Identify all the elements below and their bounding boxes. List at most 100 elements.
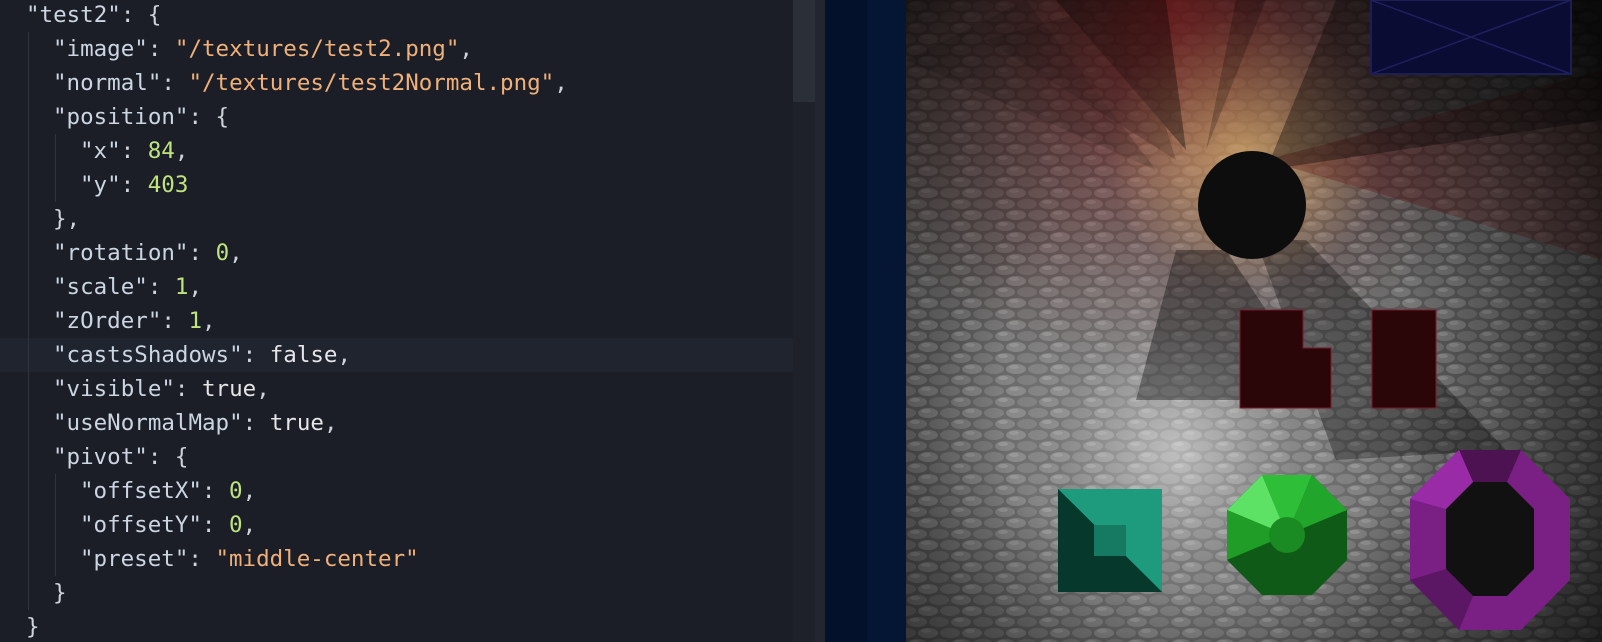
code-line[interactable]: } <box>0 610 793 642</box>
code-text: "castsShadows": false, <box>53 338 351 372</box>
indent-guide <box>55 168 56 202</box>
code-text: "image": "/textures/test2.png", <box>53 32 473 66</box>
code-token: "x" <box>80 138 121 164</box>
scene-canvas[interactable] <box>906 0 1602 642</box>
panel-gutter <box>825 0 867 642</box>
code-token: 403 <box>147 172 189 198</box>
code-token: : <box>201 512 230 538</box>
code-token: "middle-center" <box>215 546 419 572</box>
indent-guide <box>55 474 56 508</box>
code-token: : <box>188 546 216 572</box>
code-token: "image" <box>53 36 148 62</box>
code-token: "useNormalMap" <box>53 410 243 436</box>
code-token: , <box>459 36 473 62</box>
code-line[interactable]: }, <box>0 202 793 236</box>
code-token: : <box>161 308 189 334</box>
code-line[interactable]: "pivot": { <box>0 440 793 474</box>
code-line[interactable]: "preset": "middle-center" <box>0 542 793 576</box>
code-token: "scale" <box>53 274 148 300</box>
code-text: "preset": "middle-center" <box>80 542 419 576</box>
indent-guide <box>28 304 29 338</box>
code-token: : <box>242 410 270 436</box>
indent-guide <box>28 474 29 508</box>
indent-guide <box>28 372 29 406</box>
code-line[interactable]: "offsetX": 0, <box>0 474 793 508</box>
code-token: , <box>242 478 257 504</box>
code-token: , <box>256 376 270 402</box>
code-token: 84 <box>147 138 175 164</box>
dark-ball-object[interactable] <box>1198 151 1306 259</box>
code-token: "pivot" <box>53 444 148 470</box>
code-text: "test2": { <box>26 0 161 32</box>
code-token: "test2" <box>26 2 121 28</box>
code-text: "offsetY": 0, <box>80 508 256 542</box>
code-token: , <box>174 138 189 164</box>
code-text: } <box>53 576 67 610</box>
code-token: : <box>161 70 189 96</box>
code-token: "preset" <box>80 546 189 572</box>
code-text: "y": 403 <box>80 168 188 202</box>
indent-guide <box>28 202 29 236</box>
code-line[interactable]: "normal": "/textures/test2Normal.png", <box>0 66 793 100</box>
code-token: : <box>188 240 216 266</box>
indent-guide <box>28 406 29 440</box>
indent-guide <box>28 236 29 270</box>
code-token: : <box>120 172 148 198</box>
indent-guide <box>55 542 56 576</box>
code-line[interactable]: "offsetY": 0, <box>0 508 793 542</box>
code-text: "offsetX": 0, <box>80 474 256 508</box>
code-text: "normal": "/textures/test2Normal.png", <box>53 66 568 100</box>
indent-guide <box>28 508 29 542</box>
code-line[interactable]: "position": { <box>0 100 793 134</box>
code-text: "x": 84, <box>80 134 188 168</box>
dark-red-block-object-2[interactable] <box>1371 309 1437 409</box>
teal-square-gem[interactable] <box>1058 489 1162 592</box>
indent-guide <box>28 66 29 100</box>
purple-octagon-ring[interactable] <box>1410 450 1570 630</box>
code-token: "/textures/test2.png" <box>174 36 460 62</box>
green-octagon-gem[interactable] <box>1227 475 1347 595</box>
code-token: : <box>147 274 175 300</box>
code-token: } <box>53 580 67 606</box>
code-editor[interactable]: "test2": {"image": "/textures/test2.png"… <box>0 0 793 642</box>
indent-guide <box>28 576 29 610</box>
indent-guide <box>28 168 29 202</box>
code-token: 1 <box>188 308 203 334</box>
code-line[interactable]: "image": "/textures/test2.png", <box>0 32 793 66</box>
code-token: : <box>147 36 175 62</box>
code-token: false <box>269 342 338 368</box>
code-line[interactable]: "test2": { <box>0 0 793 32</box>
indent-guide <box>28 440 29 474</box>
code-token: , <box>229 240 243 266</box>
code-token: 1 <box>174 274 189 300</box>
panel-divider[interactable] <box>815 0 825 642</box>
code-token: 0 <box>229 478 243 504</box>
code-token: , <box>337 342 352 368</box>
code-token: , <box>323 410 338 436</box>
code-token: , <box>188 274 203 300</box>
code-token: "offsetX" <box>80 478 202 504</box>
code-token: "y" <box>80 172 121 198</box>
code-token: "zOrder" <box>53 308 162 334</box>
code-line[interactable]: "rotation": 0, <box>0 236 793 270</box>
indent-guide <box>28 32 29 66</box>
code-line[interactable]: "zOrder": 1, <box>0 304 793 338</box>
code-token: : <box>174 376 203 402</box>
editor-scrollbar-thumb[interactable] <box>793 0 815 102</box>
code-line[interactable]: } <box>0 576 793 610</box>
code-line[interactable]: "useNormalMap": true, <box>0 406 793 440</box>
code-token: : <box>201 478 230 504</box>
code-text: "useNormalMap": true, <box>53 406 337 440</box>
code-line[interactable]: "scale": 1, <box>0 270 793 304</box>
code-line[interactable]: "y": 403 <box>0 168 793 202</box>
code-line[interactable]: "x": 84, <box>0 134 793 168</box>
code-text: } <box>26 610 40 642</box>
code-line[interactable]: "visible": true, <box>0 372 793 406</box>
code-token: "visible" <box>53 376 175 402</box>
indent-guide <box>28 542 29 576</box>
code-text: "pivot": { <box>53 440 188 474</box>
indent-guide <box>28 338 29 372</box>
code-token: } <box>26 614 40 640</box>
code-line[interactable]: "castsShadows": false, <box>0 338 793 372</box>
indent-guide <box>55 508 56 542</box>
